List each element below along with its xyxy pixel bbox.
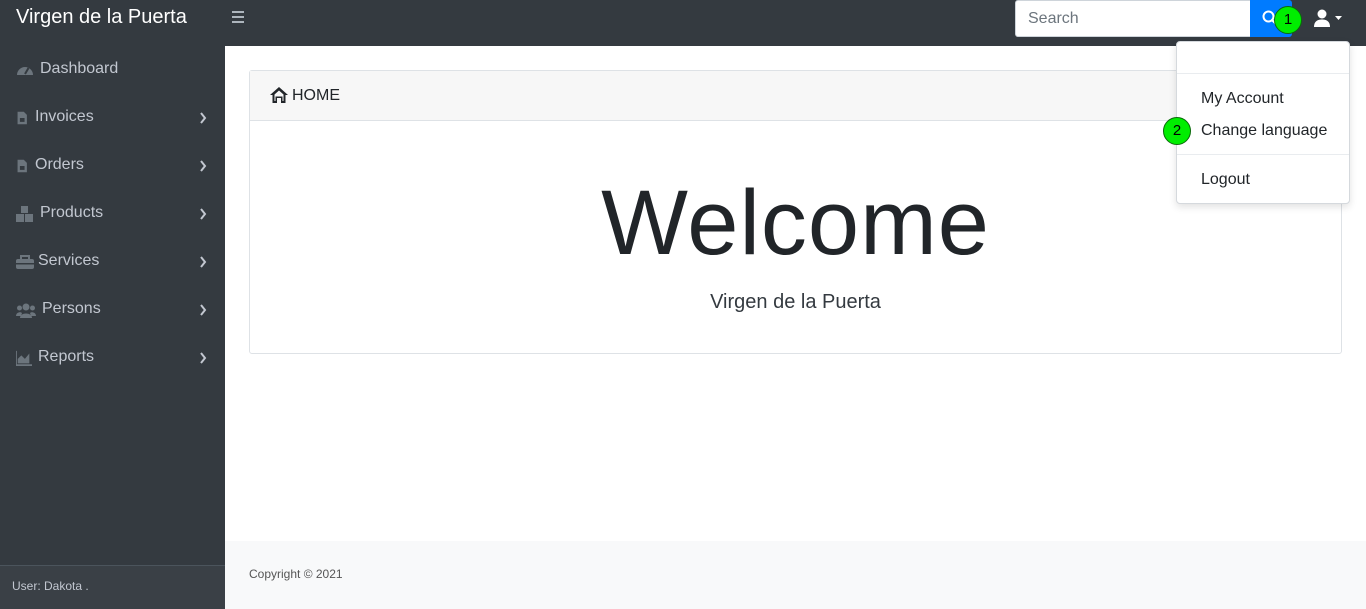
- sidebar-item-label: Dashboard: [40, 60, 119, 77]
- menu-item-change-language[interactable]: Change language: [1201, 122, 1327, 140]
- breadcrumb-home[interactable]: HOME: [292, 87, 340, 105]
- top-navbar: Virgen de la Puerta: [0, 0, 1366, 46]
- chevron-right-icon: [200, 256, 207, 268]
- sidebar-item-reports[interactable]: Reports: [0, 334, 225, 382]
- sidebar-item-products[interactable]: Products: [0, 190, 225, 238]
- sidebar-item-label: Reports: [38, 348, 95, 365]
- copyright-text: Copyright © 2021: [249, 567, 343, 581]
- caret-down-icon: [1335, 16, 1342, 20]
- dashboard-icon: [17, 67, 33, 75]
- menu-item-logout[interactable]: Logout: [1201, 171, 1250, 189]
- chevron-right-icon: [200, 208, 207, 220]
- sidebar-item-label: Services: [38, 252, 100, 269]
- user-icon: [1314, 9, 1342, 27]
- home-icon: [270, 87, 288, 103]
- sidebar-item-label: Persons: [42, 300, 101, 317]
- sidebar-item-dashboard[interactable]: Dashboard: [0, 46, 225, 94]
- chevron-right-icon: [200, 352, 207, 364]
- chevron-right-icon: [200, 304, 207, 316]
- chart-area-icon: [16, 350, 32, 366]
- users-icon: [16, 303, 36, 318]
- chevron-right-icon: [200, 160, 207, 172]
- menu-toggle-icon[interactable]: [232, 8, 248, 28]
- sidebar: Dashboard Invoices Orders Products Servi…: [0, 46, 225, 609]
- file-invoice-icon: [17, 111, 27, 125]
- sidebar-item-persons[interactable]: Persons: [0, 286, 225, 334]
- dropdown-divider: [1177, 73, 1349, 74]
- current-user-label: User: Dakota .: [12, 579, 89, 593]
- dropdown-divider: [1177, 154, 1349, 155]
- sidebar-item-label: Products: [40, 204, 104, 221]
- search-input[interactable]: [1015, 0, 1251, 37]
- step-marker-2: 2: [1163, 117, 1191, 145]
- user-menu-button[interactable]: [1310, 7, 1346, 31]
- sidebar-item-label: Orders: [35, 156, 84, 173]
- user-dropdown-menu: My Account Change language Logout: [1176, 41, 1350, 204]
- brand-title[interactable]: Virgen de la Puerta: [16, 6, 187, 29]
- page-footer: Copyright © 2021: [225, 541, 1366, 609]
- step-marker-1: 1: [1274, 6, 1302, 34]
- page-subtitle: Virgen de la Puerta: [710, 291, 881, 313]
- sidebar-user-info: User: Dakota .: [0, 565, 225, 609]
- sidebar-item-label: Invoices: [35, 108, 94, 125]
- toolbox-icon: [16, 255, 34, 269]
- sidebar-item-invoices[interactable]: Invoices: [0, 94, 225, 142]
- sidebar-item-services[interactable]: Services: [0, 238, 225, 286]
- boxes-icon: [16, 206, 33, 222]
- sidebar-item-orders[interactable]: Orders: [0, 142, 225, 190]
- file-invoice-icon: [17, 159, 27, 173]
- chevron-right-icon: [200, 112, 207, 124]
- menu-item-my-account[interactable]: My Account: [1201, 90, 1284, 108]
